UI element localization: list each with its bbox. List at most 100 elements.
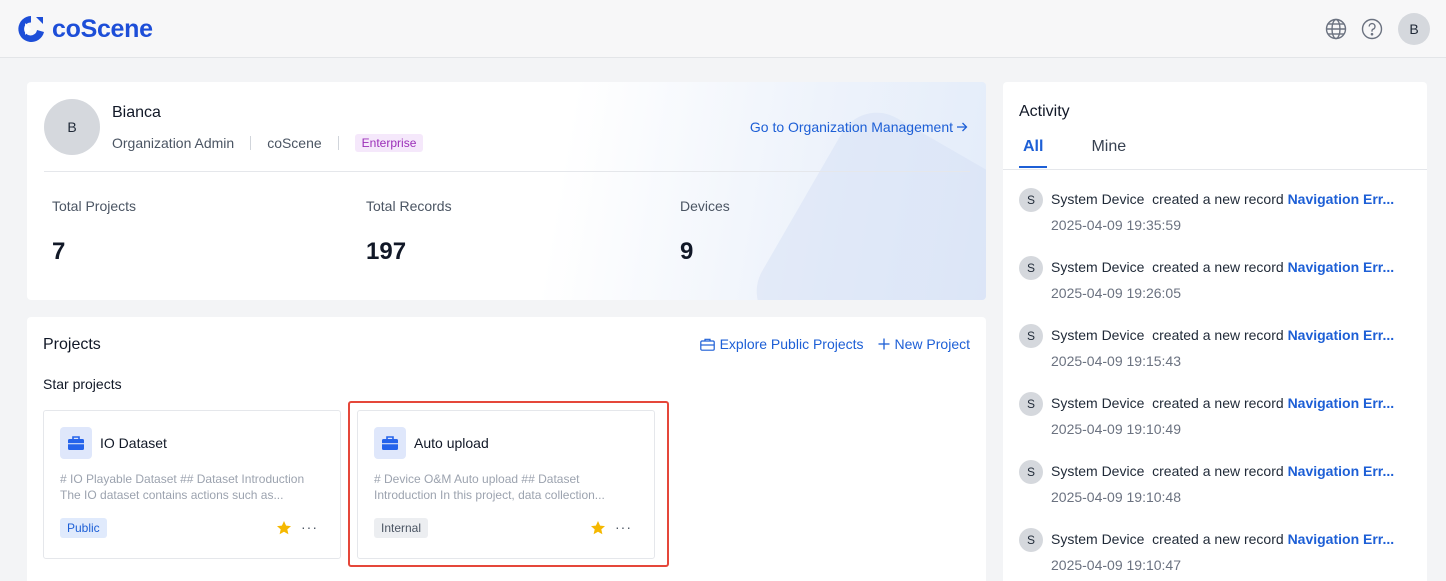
projects-card: Projects Explore Public Projects New Pro… bbox=[27, 317, 986, 581]
arrow-right-icon bbox=[957, 122, 968, 132]
briefcase-icon bbox=[699, 338, 715, 351]
meta-divider bbox=[337, 136, 339, 150]
user-avatar[interactable]: B bbox=[1398, 13, 1430, 45]
help-icon[interactable] bbox=[1360, 17, 1384, 41]
tab-mine[interactable]: Mine bbox=[1087, 138, 1130, 168]
top-bar: coScene B bbox=[0, 0, 1446, 58]
coscene-logo-icon bbox=[18, 16, 44, 42]
more-options-icon[interactable]: ··· bbox=[615, 519, 632, 535]
record-link[interactable]: Navigation Err... bbox=[1288, 463, 1395, 479]
org-management-label: Go to Organization Management bbox=[749, 119, 953, 135]
stat-total-records: Total Records 197 bbox=[366, 198, 452, 266]
actor-avatar: S bbox=[1019, 460, 1043, 484]
record-link[interactable]: Navigation Err... bbox=[1288, 259, 1395, 275]
activity-time: 2025-04-09 19:15:43 bbox=[1051, 353, 1181, 369]
activity-action: created a new record bbox=[1152, 191, 1284, 207]
explore-public-projects-button[interactable]: Explore Public Projects bbox=[699, 336, 864, 352]
new-project-label: New Project bbox=[894, 336, 970, 352]
project-name: IO Dataset bbox=[100, 435, 167, 451]
actor-name: System Device bbox=[1051, 259, 1145, 275]
activity-text: System Device created a new record Navig… bbox=[1051, 191, 1411, 207]
user-meta: Organization Admin coScene Enterprise bbox=[112, 134, 424, 152]
activity-action: created a new record bbox=[1152, 327, 1284, 343]
visibility-tag: Public bbox=[60, 518, 107, 538]
activity-time: 2025-04-09 19:35:59 bbox=[1051, 217, 1181, 233]
user-org: coScene bbox=[267, 135, 322, 151]
star-icon[interactable] bbox=[590, 520, 606, 536]
activity-time: 2025-04-09 19:10:48 bbox=[1051, 489, 1181, 505]
actor-avatar: S bbox=[1019, 256, 1043, 280]
project-card-auto-upload[interactable]: Auto upload # Device O&M Auto upload ## … bbox=[357, 410, 655, 559]
project-briefcase-icon bbox=[60, 427, 92, 459]
activity-text: System Device created a new record Navig… bbox=[1051, 395, 1411, 411]
header-actions: B bbox=[1324, 13, 1430, 45]
project-description-line: # Device O&M Auto upload ## Dataset bbox=[374, 472, 580, 486]
project-name: Auto upload bbox=[414, 435, 489, 451]
activity-action: created a new record bbox=[1152, 463, 1284, 479]
actor-avatar: S bbox=[1019, 324, 1043, 348]
projects-title: Projects bbox=[43, 336, 101, 353]
project-description-line: # IO Playable Dataset ## Dataset Introdu… bbox=[60, 472, 305, 486]
stat-label: Total Records bbox=[366, 198, 452, 214]
activity-text: System Device created a new record Navig… bbox=[1051, 531, 1411, 547]
activity-time: 2025-04-09 19:26:05 bbox=[1051, 285, 1181, 301]
activity-action: created a new record bbox=[1152, 531, 1284, 547]
activity-text: System Device created a new record Navig… bbox=[1051, 327, 1411, 343]
stat-value: 7 bbox=[52, 238, 66, 265]
record-link[interactable]: Navigation Err... bbox=[1288, 531, 1395, 547]
actor-name: System Device bbox=[1051, 531, 1145, 547]
profile-divider bbox=[44, 171, 970, 172]
actor-name: System Device bbox=[1051, 327, 1145, 343]
project-briefcase-icon bbox=[374, 427, 406, 459]
stat-value: 9 bbox=[680, 238, 694, 265]
actor-avatar: S bbox=[1019, 188, 1043, 212]
record-link[interactable]: Navigation Err... bbox=[1288, 327, 1395, 343]
actor-name: System Device bbox=[1051, 191, 1145, 207]
activity-tabs: All Mine bbox=[1019, 138, 1130, 168]
stat-label: Total Projects bbox=[52, 198, 137, 214]
user-name: Bianca bbox=[112, 104, 161, 121]
explore-label: Explore Public Projects bbox=[719, 336, 864, 352]
user-role: Organization Admin bbox=[112, 135, 235, 151]
visibility-tag: Internal bbox=[374, 518, 429, 538]
tab-all[interactable]: All bbox=[1019, 138, 1048, 168]
project-description: # IO Playable Dataset ## Dataset Introdu… bbox=[60, 471, 328, 503]
stat-value: 197 bbox=[366, 238, 407, 265]
activity-action: created a new record bbox=[1152, 259, 1284, 275]
plus-icon bbox=[878, 338, 890, 350]
project-description: # Device O&M Auto upload ## Dataset Intr… bbox=[374, 471, 642, 503]
activity-text: System Device created a new record Navig… bbox=[1051, 259, 1411, 275]
brand-name: coScene bbox=[52, 14, 153, 43]
activity-action: created a new record bbox=[1152, 395, 1284, 411]
star-projects-title: Star projects bbox=[43, 376, 122, 392]
profile-card: B Bianca Organization Admin coScene Ente… bbox=[27, 82, 986, 300]
activity-time: 2025-04-09 19:10:49 bbox=[1051, 421, 1181, 437]
activity-time: 2025-04-09 19:10:47 bbox=[1051, 557, 1181, 573]
new-project-button[interactable]: New Project bbox=[878, 336, 970, 352]
more-options-icon[interactable]: ··· bbox=[301, 519, 318, 535]
actor-avatar: S bbox=[1019, 392, 1043, 416]
actor-avatar: S bbox=[1019, 528, 1043, 552]
project-card-io-dataset[interactable]: IO Dataset # IO Playable Dataset ## Data… bbox=[43, 410, 341, 559]
stat-total-projects: Total Projects 7 bbox=[52, 198, 136, 266]
stat-label: Devices bbox=[680, 198, 730, 214]
record-link[interactable]: Navigation Err... bbox=[1288, 191, 1395, 207]
logo[interactable]: coScene bbox=[16, 12, 153, 46]
project-description-line: Introduction In this project, data colle… bbox=[374, 488, 605, 502]
project-description-line: The IO dataset contains actions such as.… bbox=[60, 488, 284, 502]
projects-actions: Explore Public Projects New Project bbox=[699, 336, 970, 352]
plan-badge: Enterprise bbox=[354, 134, 424, 152]
stat-devices: Devices 9 bbox=[680, 198, 730, 266]
org-management-link[interactable]: Go to Organization Management bbox=[750, 119, 968, 135]
activity-text: System Device created a new record Navig… bbox=[1051, 463, 1411, 479]
activity-title: Activity bbox=[1019, 103, 1070, 120]
globe-icon[interactable] bbox=[1324, 17, 1348, 41]
record-link[interactable]: Navigation Err... bbox=[1288, 395, 1395, 411]
profile-avatar: B bbox=[44, 99, 100, 155]
activity-header: Activity All Mine bbox=[1003, 82, 1427, 170]
meta-divider bbox=[250, 136, 252, 150]
star-icon[interactable] bbox=[276, 520, 292, 536]
actor-name: System Device bbox=[1051, 395, 1145, 411]
actor-name: System Device bbox=[1051, 463, 1145, 479]
activity-panel: Activity All Mine S System Device create… bbox=[1003, 82, 1427, 581]
